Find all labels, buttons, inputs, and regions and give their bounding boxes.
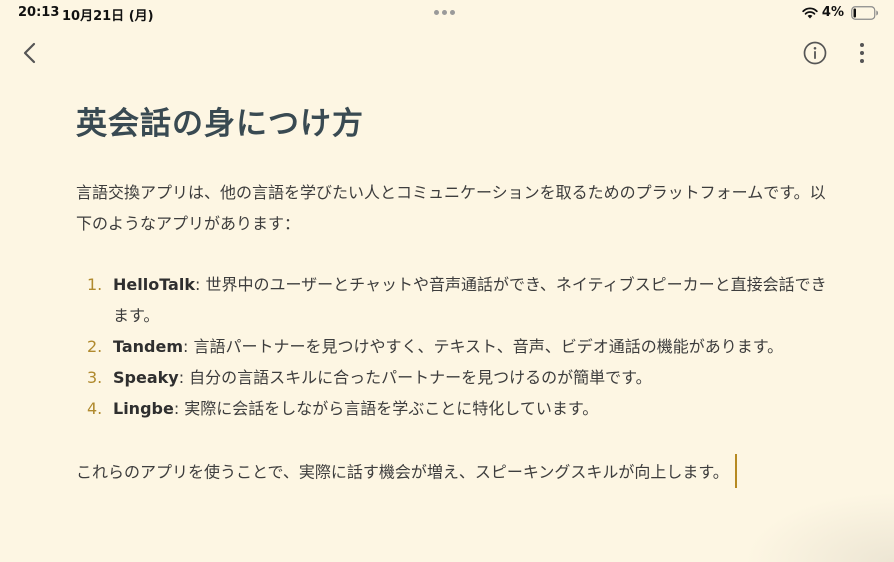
app-description: : 世界中のユーザーとチャットや音声通話ができ、ネイティブスピーカーと直接会話で… <box>113 275 827 325</box>
status-date: 10月21日 (月) <box>62 9 154 24</box>
app-name: Lingbe <box>113 399 174 418</box>
status-time: 20:13 <box>18 5 60 20</box>
outro-text: これらのアプリを使うことで、実際に話す機会が増え、スピーキングスキルが向上します… <box>76 462 729 482</box>
wifi-icon <box>802 7 818 19</box>
chevron-left-icon <box>23 42 36 64</box>
multitasking-dots-icon[interactable] <box>434 10 455 15</box>
app-name: Tandem <box>113 337 184 356</box>
app-description: : 実際に会話をしながら言語を学ぶことに特化しています。 <box>173 399 599 418</box>
list-number: 2. <box>87 337 103 356</box>
list-number: 4. <box>87 399 103 418</box>
app-description: : 言語パートナーを見つけやすく、テキスト、音声、ビデオ通話の機能があります。 <box>183 337 784 356</box>
list-item[interactable]: 1. HelloTalk: 世界中のユーザーとチャットや音声通話ができ、ネイティブ… <box>76 269 828 331</box>
info-circle-icon <box>803 41 827 65</box>
list-item[interactable]: 2. Tandem: 言語パートナーを見つけやすく、テキスト、音声、ビデオ通話の機… <box>76 331 828 362</box>
info-button[interactable] <box>802 40 828 66</box>
document-body[interactable]: 英会話の身につけ方 言語交換アプリは、他の言語を学びたい人とコミュニケーションを… <box>76 98 828 490</box>
app-description: : 自分の言語スキルに合ったパートナーを見つけるのが簡単です。 <box>178 368 652 387</box>
list-item[interactable]: 3. Speaky: 自分の言語スキルに合ったパートナーを見つけるのが簡単です。 <box>76 362 828 393</box>
battery-low-icon <box>851 6 878 20</box>
text-cursor <box>734 454 737 488</box>
list-number: 3. <box>87 368 103 387</box>
vertical-ellipsis-icon <box>860 43 864 63</box>
list-item[interactable]: 4. Lingbe: 実際に会話をしながら言語を学ぶことに特化しています。 <box>76 393 828 424</box>
app-list: 1. HelloTalk: 世界中のユーザーとチャットや音声通話ができ、ネイティブ… <box>76 269 828 424</box>
outro-paragraph[interactable]: これらのアプリを使うことで、実際に話す機会が増え、スピーキングスキルが向上します… <box>76 454 828 490</box>
battery-percent: 4% <box>821 5 844 20</box>
corner-shadow <box>744 492 894 562</box>
app-name: HelloTalk <box>113 275 195 294</box>
app-name: Speaky <box>113 368 179 387</box>
back-button[interactable] <box>16 38 44 68</box>
more-options-button[interactable] <box>852 40 872 66</box>
page-title[interactable]: 英会話の身につけ方 <box>76 98 828 143</box>
status-bar: 20:13 10月21日 (月) 4% <box>0 0 894 26</box>
intro-paragraph[interactable]: 言語交換アプリは、他の言語を学びたい人とコミュニケーションを取るためのプラットフ… <box>76 177 828 239</box>
list-number: 1. <box>87 275 103 294</box>
navigation-bar <box>0 38 894 68</box>
